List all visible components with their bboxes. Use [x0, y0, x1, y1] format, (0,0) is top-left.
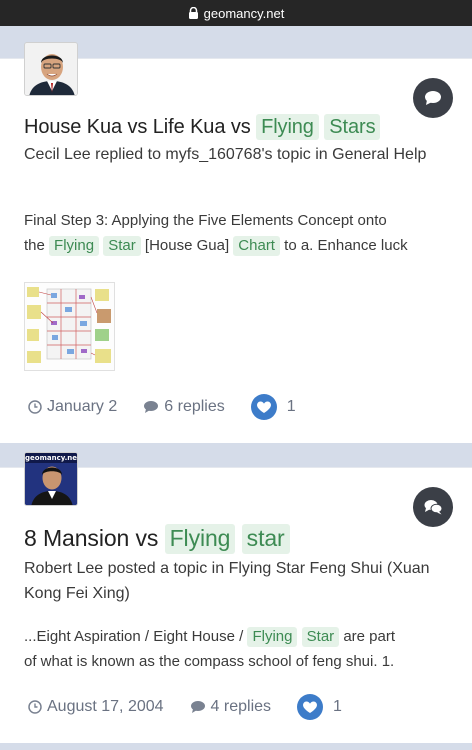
- lock-icon: [188, 7, 198, 19]
- search-highlight: Flying: [247, 627, 298, 647]
- snippet-text: to a. Enhance luck: [279, 237, 408, 254]
- result-title[interactable]: House Kua vs Life Kua vs Flying Stars: [24, 114, 381, 140]
- comment-bubble-icon[interactable]: [413, 78, 453, 118]
- search-highlight: Flying: [164, 524, 236, 554]
- snippet-text: the: [24, 237, 50, 254]
- result-meta: Cecil Lee replied to myfs_160768's topic…: [24, 146, 427, 163]
- like-reaction[interactable]: 1: [297, 694, 342, 720]
- result-stats: August 17, 2004 4 replies 1: [28, 694, 342, 720]
- heart-icon: [250, 394, 277, 420]
- snippet-text: are part: [339, 628, 396, 645]
- person-photo-icon: [25, 43, 77, 95]
- search-highlight: Chart: [233, 236, 280, 256]
- title-text: House Kua vs Life Kua vs: [24, 116, 257, 138]
- snippet-line: the Flying Star [House Gua] Chart to a. …: [24, 233, 464, 258]
- result-snippet: ...Eight Aspiration / Eight House / Flyi…: [24, 624, 464, 674]
- title-text: 8 Mansion vs: [24, 525, 165, 551]
- snippet-text: [House Gua]: [140, 237, 234, 254]
- comment-icon: [144, 401, 159, 413]
- chart-thumbnail-image: [25, 283, 114, 370]
- result-stats: January 2 6 replies 1: [28, 394, 296, 420]
- author-avatar[interactable]: geomancy.net: [24, 452, 78, 506]
- snippet-line: of what is known as the compass school o…: [24, 653, 395, 670]
- search-highlight: star: [241, 524, 290, 554]
- avatar-label: geomancy.net: [25, 454, 78, 462]
- like-count: 1: [286, 398, 296, 415]
- search-highlight: Stars: [324, 114, 381, 140]
- browser-url-bar[interactable]: geomancy.net: [0, 0, 472, 26]
- replies-stat[interactable]: 4 replies: [190, 698, 271, 716]
- search-highlight: Flying: [256, 114, 319, 140]
- like-reaction[interactable]: 1: [250, 394, 296, 420]
- result-title[interactable]: 8 Mansion vs Flying star: [24, 524, 290, 554]
- url-text: geomancy.net: [203, 5, 285, 21]
- comments-icon: [424, 500, 443, 515]
- search-highlight: Star: [301, 627, 340, 647]
- search-highlight: Star: [103, 236, 141, 256]
- date-stat[interactable]: January 2: [28, 398, 117, 416]
- date-stat[interactable]: August 17, 2004: [28, 698, 164, 716]
- post-date: January 2: [47, 398, 118, 415]
- post-date: August 17, 2004: [47, 698, 164, 715]
- clock-icon: [28, 400, 42, 414]
- comments-bubble-icon[interactable]: [413, 487, 453, 527]
- replies-stat[interactable]: 6 replies: [143, 398, 225, 416]
- heart-icon: [297, 694, 324, 720]
- result-snippet: Final Step 3: Applying the Five Elements…: [24, 208, 464, 258]
- snippet-line: ...Eight Aspiration / Eight House / Flyi…: [24, 624, 464, 649]
- like-count: 1: [333, 698, 342, 715]
- clock-icon: [28, 700, 42, 714]
- snippet-text: ...Eight Aspiration / Eight House /: [24, 628, 248, 645]
- attachment-thumbnail[interactable]: [24, 282, 115, 371]
- search-highlight: Flying: [49, 236, 100, 256]
- reply-count: 6 replies: [164, 398, 225, 415]
- result-meta: Robert Lee posted a topic in Flying Star…: [24, 560, 430, 602]
- comment-icon: [190, 701, 205, 713]
- snippet-line: Final Step 3: Applying the Five Elements…: [24, 212, 387, 229]
- comment-icon: [425, 91, 441, 105]
- author-avatar[interactable]: [24, 42, 78, 96]
- separator-band: [0, 743, 472, 750]
- reply-count: 4 replies: [210, 698, 272, 715]
